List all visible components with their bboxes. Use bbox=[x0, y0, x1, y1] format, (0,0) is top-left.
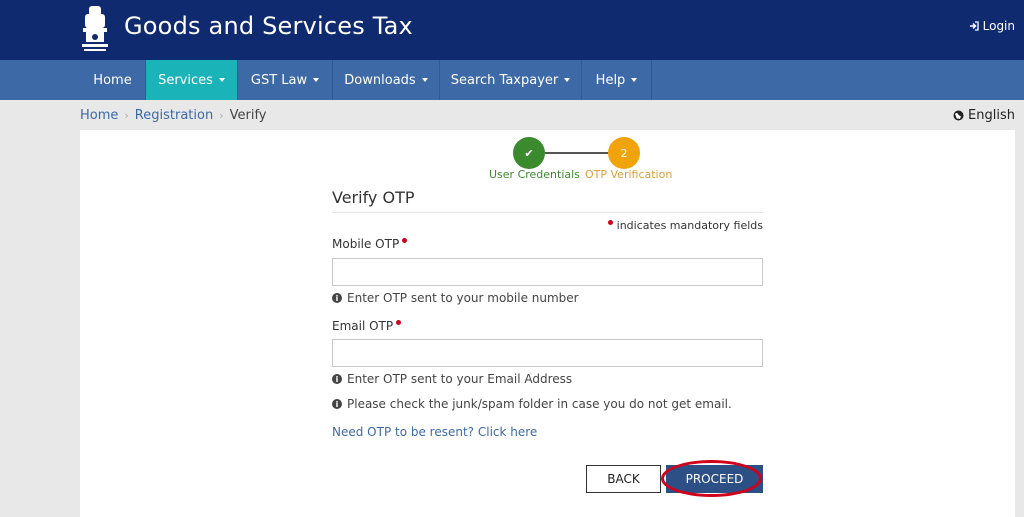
nav-item-home[interactable]: Home bbox=[80, 60, 146, 100]
mobile-otp-input[interactable] bbox=[332, 258, 763, 286]
email-otp-hint-text: Enter OTP sent to your Email Address bbox=[347, 372, 573, 386]
mobile-otp-label-text: Mobile OTP bbox=[332, 237, 400, 251]
site-header: Goods and Services Tax Login bbox=[0, 0, 1024, 60]
caret-down-icon bbox=[218, 78, 225, 82]
language-label: English bbox=[968, 108, 1015, 123]
mobile-otp-hint: i Enter OTP sent to your mobile number bbox=[332, 291, 579, 305]
mobile-otp-label: Mobile OTP bbox=[332, 237, 408, 251]
step-label-user-credentials: User Credentials bbox=[489, 168, 580, 181]
login-link[interactable]: Login bbox=[969, 19, 1015, 33]
email-otp-label: Email OTP bbox=[332, 319, 402, 333]
nav-item-downloads[interactable]: Downloads bbox=[333, 60, 440, 100]
proceed-button[interactable]: PROCEED bbox=[666, 465, 763, 493]
chevron-right-icon: › bbox=[124, 109, 129, 122]
step-otp-verification: 2 bbox=[608, 137, 640, 169]
step-user-credentials: ✔ bbox=[513, 137, 545, 169]
breadcrumb-home[interactable]: Home bbox=[80, 108, 118, 123]
check-icon: ✔ bbox=[524, 146, 534, 160]
nav-item-label: Home bbox=[93, 72, 132, 88]
required-dot-icon bbox=[402, 238, 408, 243]
site-title: Goods and Services Tax bbox=[124, 12, 413, 40]
stepper-connector bbox=[545, 152, 608, 154]
nav-item-help[interactable]: Help bbox=[582, 60, 652, 100]
nav-item-label: Services bbox=[158, 72, 213, 88]
spam-folder-hint-text: Please check the junk/spam folder in cas… bbox=[347, 397, 732, 411]
step-number: 2 bbox=[620, 146, 628, 160]
caret-down-icon bbox=[564, 78, 571, 82]
info-icon: i bbox=[332, 374, 342, 384]
breadcrumb: Home › Registration › Verify bbox=[80, 108, 267, 123]
caret-down-icon bbox=[421, 78, 428, 82]
title-divider bbox=[332, 212, 763, 213]
caret-down-icon bbox=[313, 78, 320, 82]
email-otp-input[interactable] bbox=[332, 339, 763, 367]
nav-item-search-taxpayer[interactable]: Search Taxpayer bbox=[440, 60, 582, 100]
mandatory-note: indicates mandatory fields bbox=[606, 219, 763, 232]
sign-in-icon bbox=[969, 21, 979, 31]
spam-folder-hint: i Please check the junk/spam folder in c… bbox=[332, 397, 732, 411]
breadcrumb-registration[interactable]: Registration bbox=[135, 108, 213, 123]
globe-icon bbox=[953, 110, 964, 121]
required-dot-icon bbox=[396, 320, 402, 325]
nav-item-services[interactable]: Services bbox=[146, 60, 238, 100]
nav-item-gst-law[interactable]: GST Law bbox=[238, 60, 333, 100]
caret-down-icon bbox=[631, 78, 638, 82]
nav-item-label: Search Taxpayer bbox=[450, 72, 559, 88]
email-otp-hint: i Enter OTP sent to your Email Address bbox=[332, 372, 572, 386]
nav-item-label: GST Law bbox=[250, 72, 308, 88]
chevron-right-icon: › bbox=[219, 109, 224, 122]
resend-otp-link[interactable]: Need OTP to be resent? Click here bbox=[332, 425, 537, 439]
info-icon: i bbox=[332, 399, 342, 409]
mobile-otp-hint-text: Enter OTP sent to your mobile number bbox=[347, 291, 579, 305]
main-nav: Home Services GST Law Downloads Search T… bbox=[0, 60, 1024, 100]
content-panel bbox=[80, 130, 1015, 517]
login-label: Login bbox=[982, 19, 1015, 33]
email-otp-label-text: Email OTP bbox=[332, 319, 394, 333]
national-emblem-icon[interactable] bbox=[78, 4, 112, 54]
step-label-otp-verification: OTP Verification bbox=[585, 168, 673, 181]
back-button[interactable]: BACK bbox=[586, 465, 661, 493]
language-selector[interactable]: English bbox=[953, 108, 1015, 123]
form-title: Verify OTP bbox=[332, 188, 415, 207]
required-dot-icon bbox=[607, 220, 613, 225]
breadcrumb-current: Verify bbox=[229, 108, 267, 123]
nav-item-label: Help bbox=[595, 72, 626, 88]
nav-item-label: Downloads bbox=[344, 72, 416, 88]
info-icon: i bbox=[332, 293, 342, 303]
mandatory-note-text: indicates mandatory fields bbox=[616, 219, 763, 232]
